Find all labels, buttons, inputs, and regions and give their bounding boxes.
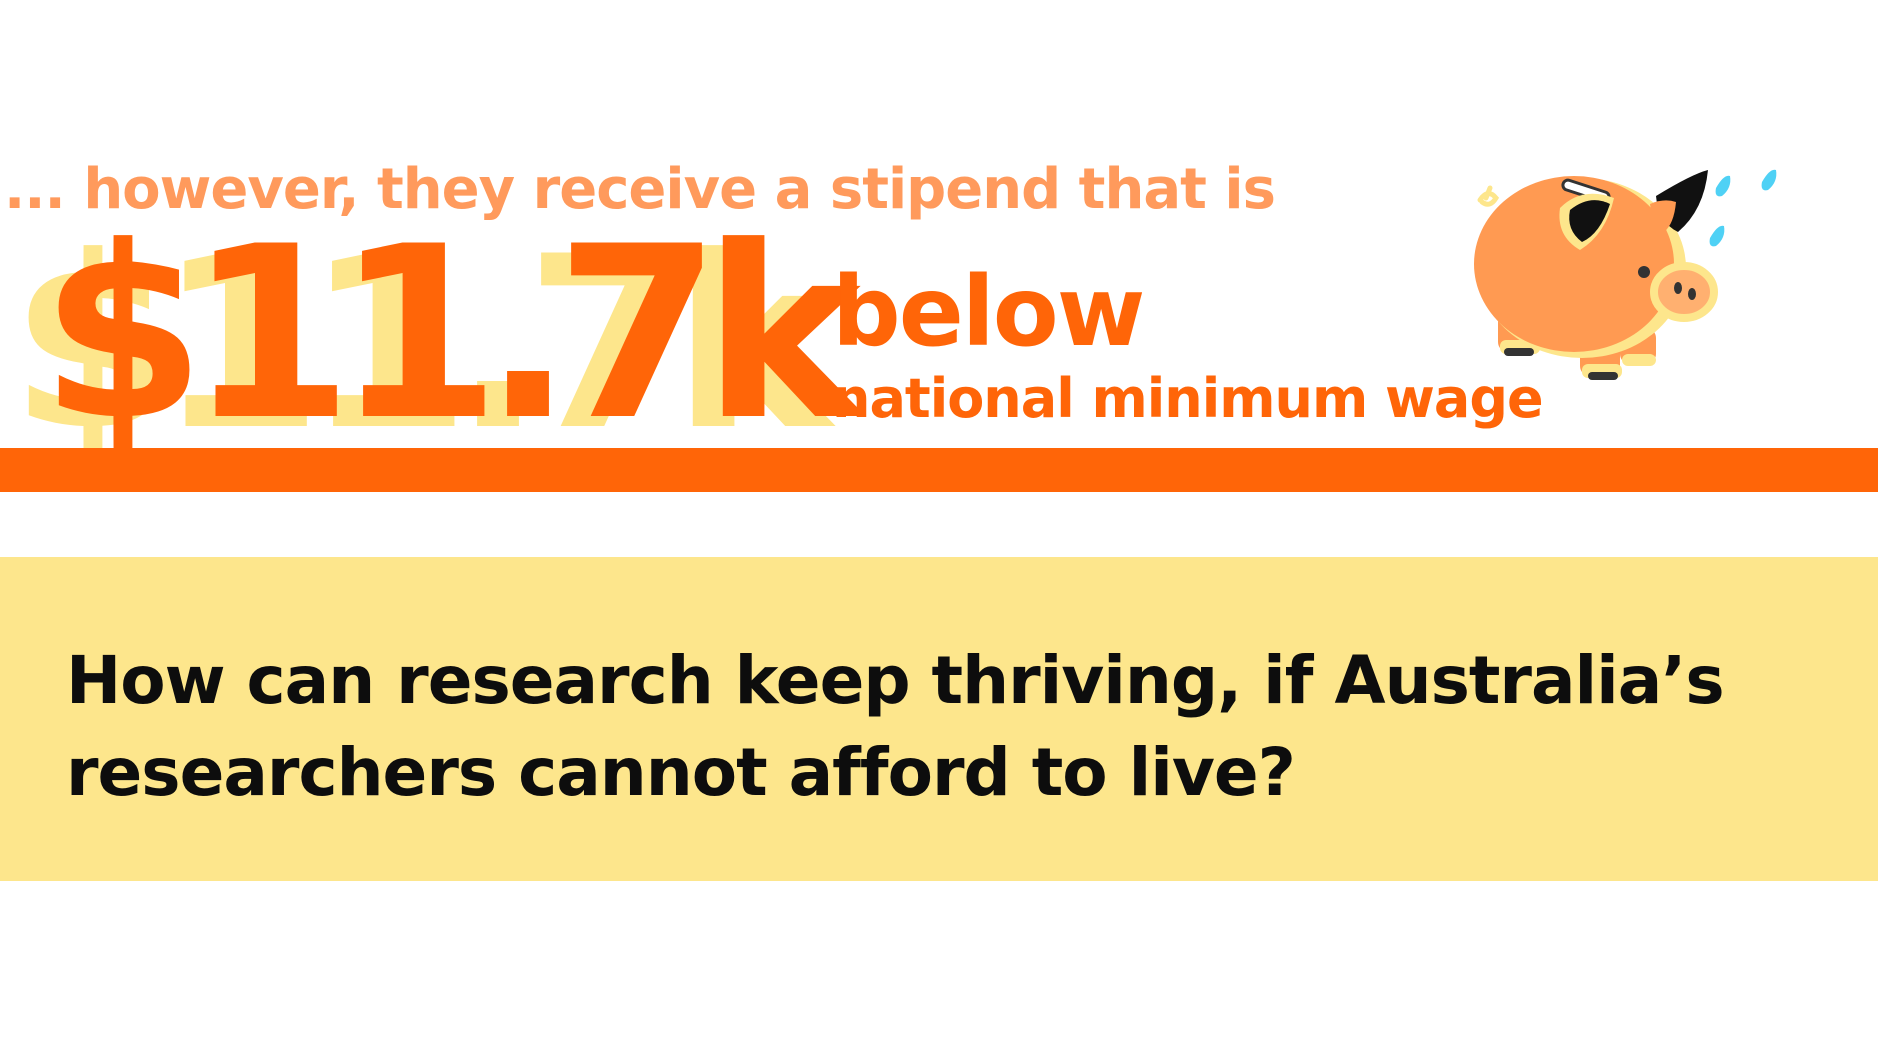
stipend-amount: $11.7k <box>40 196 861 473</box>
below-label: below <box>832 256 1145 368</box>
crying-piggy-bank-icon <box>1474 169 1777 380</box>
divider-bar <box>0 448 1878 492</box>
stipend-amount-group: $11.7k $11.7k <box>0 216 861 464</box>
question-panel: How can research keep thriving, if Austr… <box>0 557 1878 881</box>
question-text: How can research keep thriving, if Austr… <box>66 642 1725 811</box>
comparison-label: national minimum wage <box>832 367 1544 430</box>
